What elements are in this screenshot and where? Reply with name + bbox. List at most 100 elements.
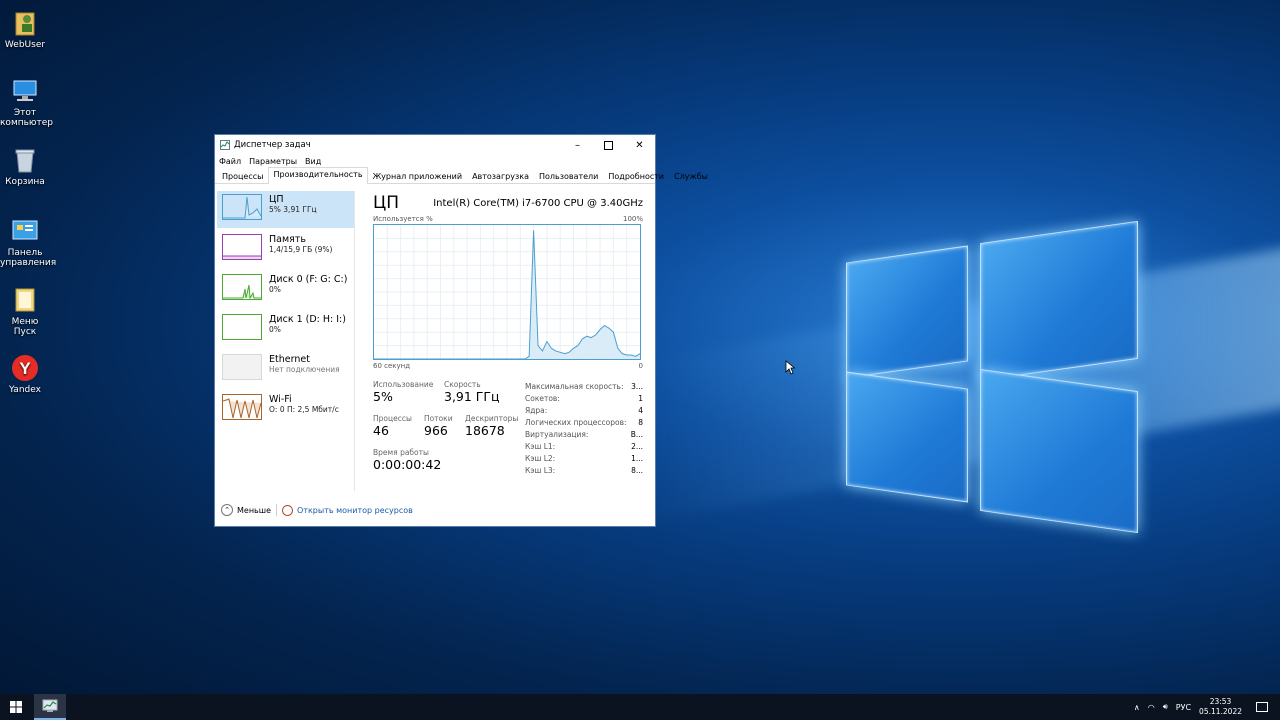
wifi-icon[interactable]: ◠ bbox=[1148, 703, 1155, 712]
sidebar-wifi-name: Wi-Fi bbox=[269, 394, 292, 405]
cpu-detail-panel: ЦП Intel(R) Core(TM) i7-6700 CPU @ 3.40G… bbox=[373, 193, 643, 475]
tab-performance[interactable]: Производительность bbox=[268, 167, 368, 184]
taskbar: ∧ ◠ 🔊︎ РУС 23:53 05.11.2022 bbox=[0, 694, 1280, 720]
resource-monitor-icon bbox=[282, 504, 294, 516]
mouse-cursor-icon bbox=[785, 360, 795, 375]
menu-file[interactable]: Файл bbox=[219, 157, 241, 166]
volume-icon[interactable]: 🔊︎ bbox=[1163, 702, 1168, 712]
speed-label: Скорость bbox=[444, 380, 481, 389]
sidebar-item-disk1[interactable]: Диск 1 (D: H: I:) 0% bbox=[217, 311, 354, 348]
sidebar-item-memory[interactable]: Память 1,4/15,9 ГБ (9%) bbox=[217, 231, 354, 268]
footer-separator bbox=[276, 504, 278, 516]
tab-app-history[interactable]: Журнал приложений bbox=[368, 169, 468, 183]
tray-chevron-icon[interactable]: ∧ bbox=[1134, 703, 1140, 712]
windows-logo-pane-tl bbox=[846, 245, 968, 379]
start-button[interactable] bbox=[0, 694, 32, 720]
graph-x-label: 60 секунд bbox=[373, 362, 411, 370]
window-title: Диспетчер задач bbox=[234, 140, 311, 150]
clock[interactable]: 23:53 05.11.2022 bbox=[1199, 697, 1242, 717]
window-titlebar[interactable]: Диспетчер задач – ✕ bbox=[215, 135, 655, 155]
user-folder-icon bbox=[10, 8, 40, 38]
desktop-icon-start-menu[interactable]: Меню Пуск bbox=[0, 285, 50, 337]
close-button[interactable]: ✕ bbox=[624, 135, 655, 155]
computer-icon bbox=[10, 76, 40, 106]
prop-row: Виртуализация: В... bbox=[525, 430, 643, 439]
graph-y-label: Используется % bbox=[373, 215, 433, 223]
tab-bar: Процессы Производительность Журнал прило… bbox=[215, 167, 708, 184]
wifi-thumb-graph bbox=[222, 394, 262, 420]
svg-text:Y: Y bbox=[19, 359, 31, 378]
sidebar-disk0-name: Диск 0 (F: G: C:) bbox=[269, 274, 348, 285]
sidebar-cpu-name: ЦП bbox=[269, 194, 284, 205]
sidebar-ethernet-name: Ethernet bbox=[269, 354, 310, 365]
desktop-icon-webuser[interactable]: WebUser bbox=[0, 8, 50, 50]
cpu-thumb-graph bbox=[222, 194, 262, 220]
sidebar-wifi-sub: О: 0 П: 2,5 Мбит/с bbox=[269, 405, 339, 414]
tab-services[interactable]: Службы bbox=[669, 169, 713, 183]
prop-row: Кэш L1: 2... bbox=[525, 442, 643, 451]
task-manager-window: Диспетчер задач – ✕ Файл Параметры Вид П… bbox=[214, 134, 708, 527]
maximize-button[interactable] bbox=[593, 135, 624, 155]
prop-row: Ядра: 4 bbox=[525, 406, 643, 415]
chevron-up-icon: ⌃ bbox=[221, 504, 233, 516]
handles-label: Дескрипторы bbox=[465, 414, 519, 423]
desktop-icon-control-panel[interactable]: Панель управления bbox=[0, 216, 56, 268]
language-indicator[interactable]: РУС bbox=[1176, 703, 1191, 712]
desktop-icon-yandex[interactable]: Y Yandex bbox=[0, 353, 50, 395]
processes-label: Процессы bbox=[373, 414, 412, 423]
cpu-usage-graph bbox=[373, 224, 641, 360]
close-icon: ✕ bbox=[635, 139, 644, 151]
task-manager-icon bbox=[42, 699, 58, 712]
cpu-usage-chart bbox=[374, 225, 641, 360]
disk1-thumb-graph bbox=[222, 314, 262, 340]
minimize-icon: – bbox=[575, 139, 580, 151]
sidebar-item-wifi[interactable]: Wi-Fi О: 0 П: 2,5 Мбит/с bbox=[217, 391, 354, 428]
system-tray: ∧ ◠ 🔊︎ РУС 23:53 05.11.2022 bbox=[1134, 694, 1280, 720]
minimize-button[interactable]: – bbox=[562, 135, 593, 155]
fewer-details-button[interactable]: ⌃ Меньше bbox=[221, 504, 271, 516]
prop-row: Кэш L2: 1... bbox=[525, 454, 643, 463]
sidebar-item-disk0[interactable]: Диск 0 (F: G: C:) 0% bbox=[217, 271, 354, 308]
uptime-value: 0:00:00:42 bbox=[373, 457, 442, 472]
prop-row: Сокетов: 1 bbox=[525, 394, 643, 403]
windows-logo-pane-tr bbox=[980, 220, 1138, 382]
sidebar-cpu-sub: 5% 3,91 ГГц bbox=[269, 205, 317, 214]
task-manager-icon bbox=[220, 140, 230, 150]
yandex-browser-icon: Y bbox=[10, 353, 40, 383]
prop-row: Кэш L3: 8... bbox=[525, 466, 643, 475]
sidebar-disk1-name: Диск 1 (D: H: I:) bbox=[269, 314, 346, 325]
cpu-properties: Максимальная скорость: 3... Сокетов: 1 Ядр… bbox=[525, 382, 643, 478]
notification-icon[interactable] bbox=[1256, 702, 1268, 712]
sidebar-item-ethernet[interactable]: Ethernet Нет подключения bbox=[217, 351, 354, 388]
tab-users[interactable]: Пользователи bbox=[534, 169, 603, 183]
sidebar-memory-sub: 1,4/15,9 ГБ (9%) bbox=[269, 245, 333, 254]
menu-options[interactable]: Параметры bbox=[249, 157, 297, 166]
ethernet-thumb-graph bbox=[222, 354, 262, 380]
tab-startup[interactable]: Автозагрузка bbox=[467, 169, 534, 183]
windows-logo-pane-br bbox=[980, 368, 1138, 534]
performance-content: ЦП 5% 3,91 ГГц Память 1,4/15,9 ГБ (9%) Дис… bbox=[215, 185, 655, 501]
control-panel-icon bbox=[10, 216, 40, 246]
disk0-thumb-graph bbox=[222, 274, 262, 300]
speed-value: 3,91 ГГц bbox=[444, 389, 500, 404]
taskbar-task-manager[interactable] bbox=[34, 694, 66, 720]
uptime-label: Время работы bbox=[373, 448, 429, 457]
graph-y-max: 100% bbox=[622, 215, 643, 223]
usage-value: 5% bbox=[373, 389, 393, 404]
usage-label: Использование bbox=[373, 380, 434, 389]
cpu-model: Intel(R) Core(TM) i7-6700 CPU @ 3.40GHz bbox=[433, 198, 643, 209]
resource-monitor-link[interactable]: Открыть монитор ресурсов bbox=[282, 504, 413, 516]
desktop-icon-recycle-bin[interactable]: Корзина bbox=[0, 145, 50, 187]
sidebar-item-cpu[interactable]: ЦП 5% 3,91 ГГц bbox=[217, 191, 354, 228]
processes-value: 46 bbox=[373, 423, 389, 438]
windows-logo-pane-bl bbox=[846, 371, 968, 503]
tab-details[interactable]: Подробности bbox=[603, 169, 669, 183]
clock-date: 05.11.2022 bbox=[1199, 707, 1242, 716]
menu-view[interactable]: Вид bbox=[305, 157, 321, 166]
threads-label: Потоки bbox=[424, 414, 453, 423]
sidebar-memory-name: Память bbox=[269, 234, 306, 245]
sidebar-disk0-sub: 0% bbox=[269, 285, 281, 294]
tab-processes[interactable]: Процессы bbox=[217, 169, 268, 183]
desktop-icon-this-pc[interactable]: Этот компьютер bbox=[0, 76, 53, 128]
recycle-bin-icon bbox=[10, 145, 40, 175]
